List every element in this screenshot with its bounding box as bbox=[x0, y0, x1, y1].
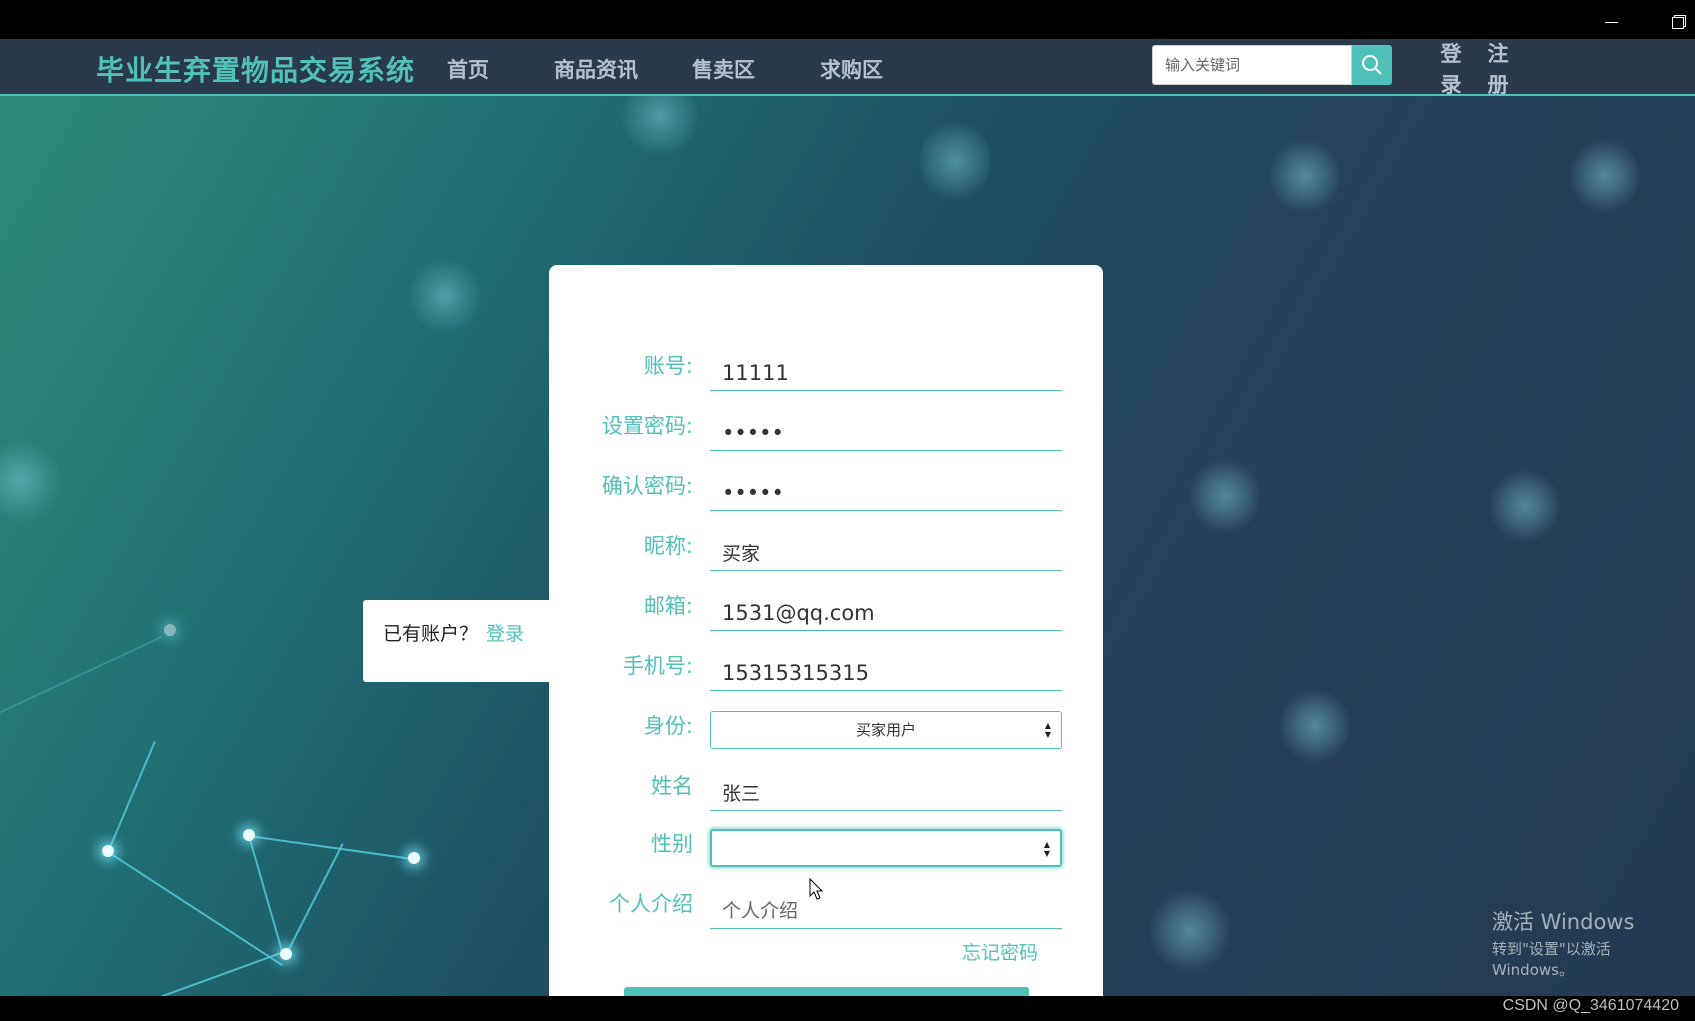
phone-input[interactable] bbox=[710, 647, 1062, 691]
account-input[interactable] bbox=[710, 347, 1062, 391]
gender-label: 性别 bbox=[651, 832, 693, 856]
confirm-password-label: 确认密码: bbox=[601, 474, 693, 498]
network-line bbox=[107, 741, 156, 853]
email-input[interactable] bbox=[710, 587, 1062, 631]
nickname-row: 昵称: bbox=[549, 525, 1103, 575]
phone-label: 手机号: bbox=[622, 654, 693, 678]
csdn-credit: CSDN @Q_3461074420 bbox=[1502, 997, 1679, 1014]
intro-row: 个人介绍 bbox=[549, 883, 1103, 933]
bokeh-blob bbox=[1150, 886, 1230, 976]
network-line bbox=[0, 635, 163, 718]
confirm-password-row: 确认密码: bbox=[549, 465, 1103, 515]
gender-row: 性别 ▲ ▼ bbox=[549, 823, 1103, 873]
phone-row: 手机号: bbox=[549, 645, 1103, 695]
nav-home[interactable]: 首页 bbox=[447, 54, 489, 84]
network-node bbox=[102, 845, 114, 857]
identity-row: 身份: 买家用户 ▲ ▼ bbox=[549, 705, 1103, 755]
nav-register-char: 注 bbox=[1487, 42, 1509, 66]
bokeh-blob bbox=[1190, 456, 1260, 536]
network-node bbox=[280, 948, 292, 960]
search-button[interactable] bbox=[1352, 45, 1392, 85]
login-link[interactable]: 登录 bbox=[486, 619, 524, 646]
network-node bbox=[408, 852, 420, 864]
register-form-card: 账号: 设置密码: 确认密码: 昵称: 邮箱: 手机号: 身份: 买家用户 ▲▼… bbox=[549, 265, 1103, 1005]
top-navbar: 毕业生弃置物品交易系统 首页 商品资讯 售卖区 求购区 登 录 注 册 bbox=[0, 39, 1695, 97]
password-label: 设置密码: bbox=[601, 414, 693, 438]
login-prompt-text: 已有账户？ bbox=[383, 623, 479, 645]
watermark-subtitle: 转到"设置"以激活 Windows。 bbox=[1492, 940, 1611, 979]
nav-product-news[interactable]: 商品资讯 bbox=[554, 54, 638, 84]
account-row: 账号: bbox=[549, 345, 1103, 395]
network-line bbox=[248, 835, 413, 860]
identity-selected-value: 买家用户 bbox=[855, 721, 916, 739]
bokeh-blob bbox=[620, 96, 700, 156]
network-node bbox=[243, 829, 255, 841]
network-line bbox=[285, 843, 344, 956]
email-row: 邮箱: bbox=[549, 585, 1103, 635]
restore-icon[interactable] bbox=[1655, 8, 1695, 36]
select-arrows-icon: ▲ ▼ bbox=[1044, 721, 1051, 739]
site-brand[interactable]: 毕业生弃置物品交易系统 bbox=[96, 49, 415, 89]
login-prompt-box: 已有账户？ 登录 bbox=[363, 600, 549, 682]
identity-label: 身份: bbox=[643, 714, 693, 738]
nav-buying-area[interactable]: 求购区 bbox=[820, 54, 883, 84]
window-titlebar bbox=[0, 0, 1695, 39]
network-line bbox=[248, 835, 285, 956]
bokeh-blob bbox=[1270, 136, 1340, 216]
name-row: 姓名 bbox=[549, 765, 1103, 815]
minimize-icon[interactable] bbox=[1588, 8, 1634, 36]
nav-login-char: 登 bbox=[1440, 42, 1462, 66]
bokeh-blob bbox=[410, 256, 480, 336]
nav-register[interactable]: 注 册 bbox=[1483, 39, 1513, 101]
forgot-password-link[interactable]: 忘记密码 bbox=[962, 938, 1038, 965]
name-input[interactable] bbox=[710, 767, 1062, 811]
account-label: 账号: bbox=[643, 354, 693, 378]
bottom-bar: CSDN @Q_3461074420 bbox=[0, 996, 1695, 1021]
network-node bbox=[164, 624, 176, 636]
search-input[interactable] bbox=[1152, 45, 1352, 85]
bokeh-blob bbox=[1570, 136, 1640, 216]
name-label: 姓名 bbox=[651, 774, 693, 798]
nav-login[interactable]: 登 录 bbox=[1436, 39, 1466, 101]
password-row: 设置密码: bbox=[549, 405, 1103, 455]
intro-label: 个人介绍 bbox=[609, 892, 693, 916]
mouse-cursor-icon bbox=[809, 878, 824, 900]
email-label: 邮箱: bbox=[643, 594, 693, 618]
identity-select[interactable]: 买家用户 ▲ ▼ bbox=[710, 711, 1062, 749]
nav-selling-area[interactable]: 售卖区 bbox=[692, 54, 755, 84]
watermark-title: 激活 Windows bbox=[1492, 910, 1635, 934]
bokeh-blob bbox=[1280, 686, 1350, 766]
confirm-password-input[interactable] bbox=[710, 467, 1062, 511]
password-input[interactable] bbox=[710, 407, 1062, 451]
intro-input[interactable] bbox=[710, 885, 1062, 929]
network-line bbox=[159, 951, 283, 996]
windows-activation-watermark: 激活 Windows 转到"设置"以激活 Windows。 bbox=[1492, 906, 1695, 980]
bokeh-blob bbox=[1490, 466, 1560, 546]
select-arrows-icon: ▲ ▼ bbox=[1043, 840, 1050, 858]
search-icon bbox=[1362, 55, 1382, 75]
gender-select[interactable]: ▲ ▼ bbox=[710, 829, 1062, 867]
nickname-label: 昵称: bbox=[643, 534, 693, 558]
bokeh-blob bbox=[920, 116, 990, 206]
nickname-input[interactable] bbox=[710, 527, 1062, 571]
bokeh-blob bbox=[0, 436, 60, 526]
